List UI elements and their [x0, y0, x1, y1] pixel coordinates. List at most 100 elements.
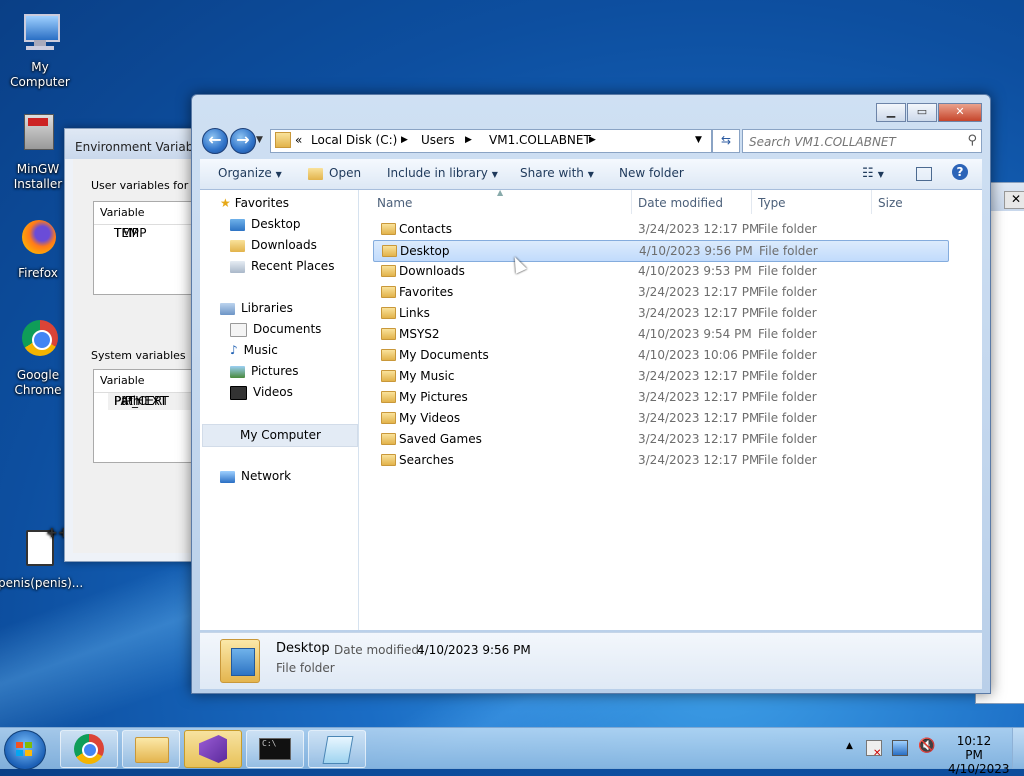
column-header-name[interactable]: Name [377, 193, 412, 213]
file-type: File folder [758, 222, 817, 236]
nav-network[interactable]: Network [220, 466, 378, 487]
table-row[interactable]: Desktop 4/10/2023 9:56 PM File folder [373, 240, 949, 262]
taskbar-command-prompt[interactable]: C:\ [246, 730, 304, 768]
file-type: File folder [758, 453, 817, 467]
folder-icon [381, 286, 396, 298]
libraries-icon [220, 302, 235, 315]
forward-button[interactable]: → [230, 128, 256, 154]
show-hidden-icons-icon[interactable]: ▲ [846, 741, 853, 751]
chevron-right-icon[interactable]: ▶ [465, 135, 472, 145]
clock-time: 10:12 PM [956, 734, 992, 762]
file-name: Saved Games [399, 432, 482, 446]
search-icon[interactable]: ⚲ [967, 133, 977, 148]
details-modified-value: 4/10/2023 9:56 PM [417, 643, 531, 657]
table-row[interactable]: Links 3/24/2023 12:17 PM File folder [373, 303, 949, 323]
table-row[interactable]: MSYS2 4/10/2023 9:54 PM File folder [373, 324, 949, 344]
nav-my-computer[interactable]: My Computer [202, 424, 358, 447]
organize-label: Organize [218, 166, 272, 180]
chevron-down-icon: ▼ [587, 170, 594, 179]
file-date: 3/24/2023 12:17 PM [638, 432, 760, 446]
nav-label: Libraries [241, 301, 293, 315]
folder-icon [381, 265, 396, 277]
table-row[interactable]: My Music 3/24/2023 12:17 PM File folder [373, 366, 949, 386]
breadcrumb-overflow[interactable]: « [295, 133, 302, 147]
file-date: 4/10/2023 9:53 PM [638, 264, 752, 278]
include-label: Include in library [387, 166, 488, 180]
start-button[interactable] [4, 730, 46, 770]
show-desktop-button[interactable] [1012, 728, 1024, 769]
column-header-size[interactable]: Size [878, 193, 903, 213]
folder-icon [381, 433, 396, 445]
desktop-icon [230, 218, 245, 231]
nav-libraries[interactable]: Libraries [220, 298, 378, 319]
address-bar[interactable]: « Local Disk (C:) ▶ Users ▶ VM1.COLLABNE… [270, 129, 712, 153]
search-input[interactable] [747, 132, 961, 152]
details-modified-label: Date modified: [334, 643, 424, 657]
action-center-icon[interactable]: ✕ [866, 740, 882, 759]
firefox-icon [14, 216, 62, 264]
chevron-right-icon[interactable]: ▶ [589, 135, 596, 145]
chevron-right-icon[interactable]: ▶ [401, 135, 408, 145]
nav-favorites[interactable]: ★ Favorites [220, 193, 378, 214]
chrome-icon [14, 318, 62, 366]
chevron-down-icon[interactable]: ▼ [695, 135, 702, 145]
nav-label: Pictures [251, 364, 299, 378]
organize-button[interactable]: Organize ▼ [218, 166, 282, 180]
table-row[interactable]: Favorites 3/24/2023 12:17 PM File folder [373, 282, 949, 302]
minimize-button[interactable]: ▁ [876, 103, 906, 122]
file-name: Contacts [399, 222, 452, 236]
column-header-date[interactable]: Date modified [638, 193, 723, 213]
breadcrumb-item[interactable]: Local Disk (C:) [311, 133, 397, 147]
desktop-icon-my-computer[interactable]: My Computer [0, 10, 80, 90]
clock[interactable]: 10:12 PM 4/10/2023 [948, 734, 1010, 776]
maximize-button[interactable]: ▭ [907, 103, 937, 122]
breadcrumb-item[interactable]: VM1.COLLABNET [489, 133, 591, 147]
new-folder-button[interactable]: New folder [619, 166, 684, 180]
close-icon[interactable]: ✕ [1004, 191, 1024, 209]
folder-icon [381, 454, 396, 466]
nav-label: Favorites [234, 196, 289, 210]
file-date: 3/24/2023 12:17 PM [638, 222, 760, 236]
table-row[interactable]: Downloads 4/10/2023 9:53 PM File folder [373, 261, 949, 281]
preview-pane-icon[interactable] [916, 167, 932, 181]
table-row[interactable]: Contacts 3/24/2023 12:17 PM File folder [373, 219, 949, 239]
navigation-pane: ★ Favorites Desktop Downloads Recent Plac… [200, 190, 359, 630]
include-in-library-button[interactable]: Include in library ▼ [387, 166, 498, 180]
table-row[interactable]: My Documents 4/10/2023 10:06 PM File folde… [373, 345, 949, 365]
search-box[interactable]: ⚲ [742, 129, 982, 153]
breadcrumb-item[interactable]: Users [421, 133, 455, 147]
table-row[interactable]: Saved Games 3/24/2023 12:17 PM File folder [373, 429, 949, 449]
clock-date: 4/10/2023 [948, 762, 1010, 776]
table-row[interactable]: Searches 3/24/2023 12:17 PM File folder [373, 450, 949, 470]
column-header-type[interactable]: Type [758, 193, 786, 213]
file-type: File folder [758, 285, 817, 299]
close-button[interactable]: ✕ [938, 103, 982, 122]
taskbar: C:\ ▲ ✕ 🔇 10:12 PM 4/10/2023 [0, 727, 1024, 776]
folder-icon [135, 737, 169, 763]
recent-pages-icon[interactable]: ▼ [256, 135, 263, 145]
visual-studio-icon [199, 735, 227, 763]
taskbar-notepad[interactable] [308, 730, 366, 768]
taskbar-visual-studio[interactable] [184, 730, 242, 768]
help-icon[interactable]: ? [952, 164, 968, 180]
file-name: Favorites [399, 285, 454, 299]
network-status-icon[interactable] [892, 740, 908, 756]
terminal-icon: C:\ [259, 738, 291, 760]
refresh-button[interactable]: ⇆ [712, 129, 740, 153]
view-options-icon[interactable]: ☷ ▼ [862, 166, 884, 181]
table-row[interactable]: My Pictures 3/24/2023 12:17 PM File folder [373, 387, 949, 407]
file-date: 3/24/2023 12:17 PM [638, 306, 760, 320]
file-date: 4/10/2023 9:56 PM [639, 244, 753, 258]
sort-arrow-icon: ▲ [497, 188, 504, 197]
nav-label: Recent Places [251, 259, 335, 273]
taskbar-chrome[interactable] [60, 730, 118, 768]
share-with-button[interactable]: Share with ▼ [520, 166, 594, 180]
open-button[interactable]: Open [308, 166, 361, 180]
table-row[interactable]: My Videos 3/24/2023 12:17 PM File folder [373, 408, 949, 428]
taskbar-explorer[interactable] [122, 730, 180, 768]
volume-muted-icon[interactable]: 🔇 [918, 738, 935, 754]
back-button[interactable]: ← [202, 128, 228, 154]
file-name: My Documents [399, 348, 489, 362]
notepad-icon [322, 736, 354, 764]
network-icon [220, 470, 235, 483]
